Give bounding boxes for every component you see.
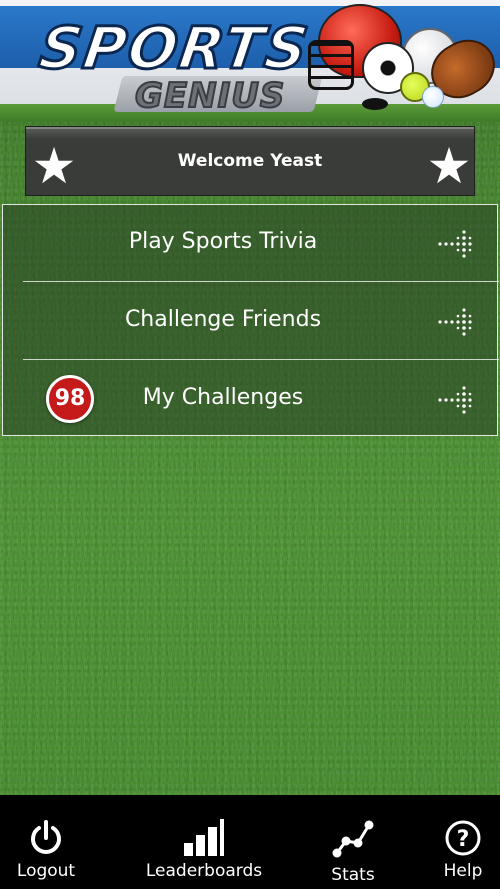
menu-item-label: Play Sports Trivia — [128, 229, 318, 254]
bottom-tab-bar: Logout Leaderboards Stats ? Help — [0, 795, 500, 889]
welcome-bar: ★ Welcome Yeast ★ — [25, 126, 475, 196]
dotted-arrow-icon — [438, 386, 472, 414]
tab-logout[interactable]: Logout — [0, 795, 92, 889]
bar-chart-icon — [184, 819, 224, 856]
welcome-text: Welcome Yeast — [177, 151, 323, 171]
tab-label: Logout — [16, 861, 76, 881]
tab-label: Help — [443, 861, 483, 881]
dotted-arrow-icon — [438, 230, 472, 258]
tab-label: Stats — [331, 865, 375, 885]
menu-item-my-challenges[interactable]: 98 My Challenges — [3, 361, 497, 438]
menu-item-label: My Challenges — [142, 385, 304, 410]
tab-help[interactable]: ? Help — [428, 795, 498, 889]
golf-ball-icon — [422, 86, 444, 108]
svg-text:?: ? — [457, 827, 470, 852]
help-icon: ? — [445, 820, 481, 856]
power-icon — [31, 820, 61, 854]
tab-leaderboards[interactable]: Leaderboards — [135, 795, 273, 889]
menu-divider — [23, 281, 499, 282]
hockey-puck-icon — [362, 98, 388, 110]
stats-graph-icon — [332, 820, 374, 858]
menu-item-play-sports-trivia[interactable]: Play Sports Trivia — [3, 205, 497, 282]
dotted-arrow-icon — [438, 308, 472, 336]
tab-label: Leaderboards — [145, 861, 263, 881]
menu-divider — [23, 359, 499, 360]
logo-text-genius: GENIUS — [134, 75, 286, 117]
main-menu: Play Sports Trivia Challenge Friends 98 … — [2, 204, 499, 438]
menu-item-label: Challenge Friends — [124, 307, 322, 332]
tab-stats[interactable]: Stats — [318, 795, 388, 889]
star-icon: ★ — [426, 137, 472, 195]
facemask-icon — [308, 40, 354, 90]
app-header: SPORTS GENIUS — [0, 0, 500, 122]
logo-text-sports: SPORTS — [34, 13, 316, 84]
menu-item-challenge-friends[interactable]: Challenge Friends — [3, 283, 497, 360]
